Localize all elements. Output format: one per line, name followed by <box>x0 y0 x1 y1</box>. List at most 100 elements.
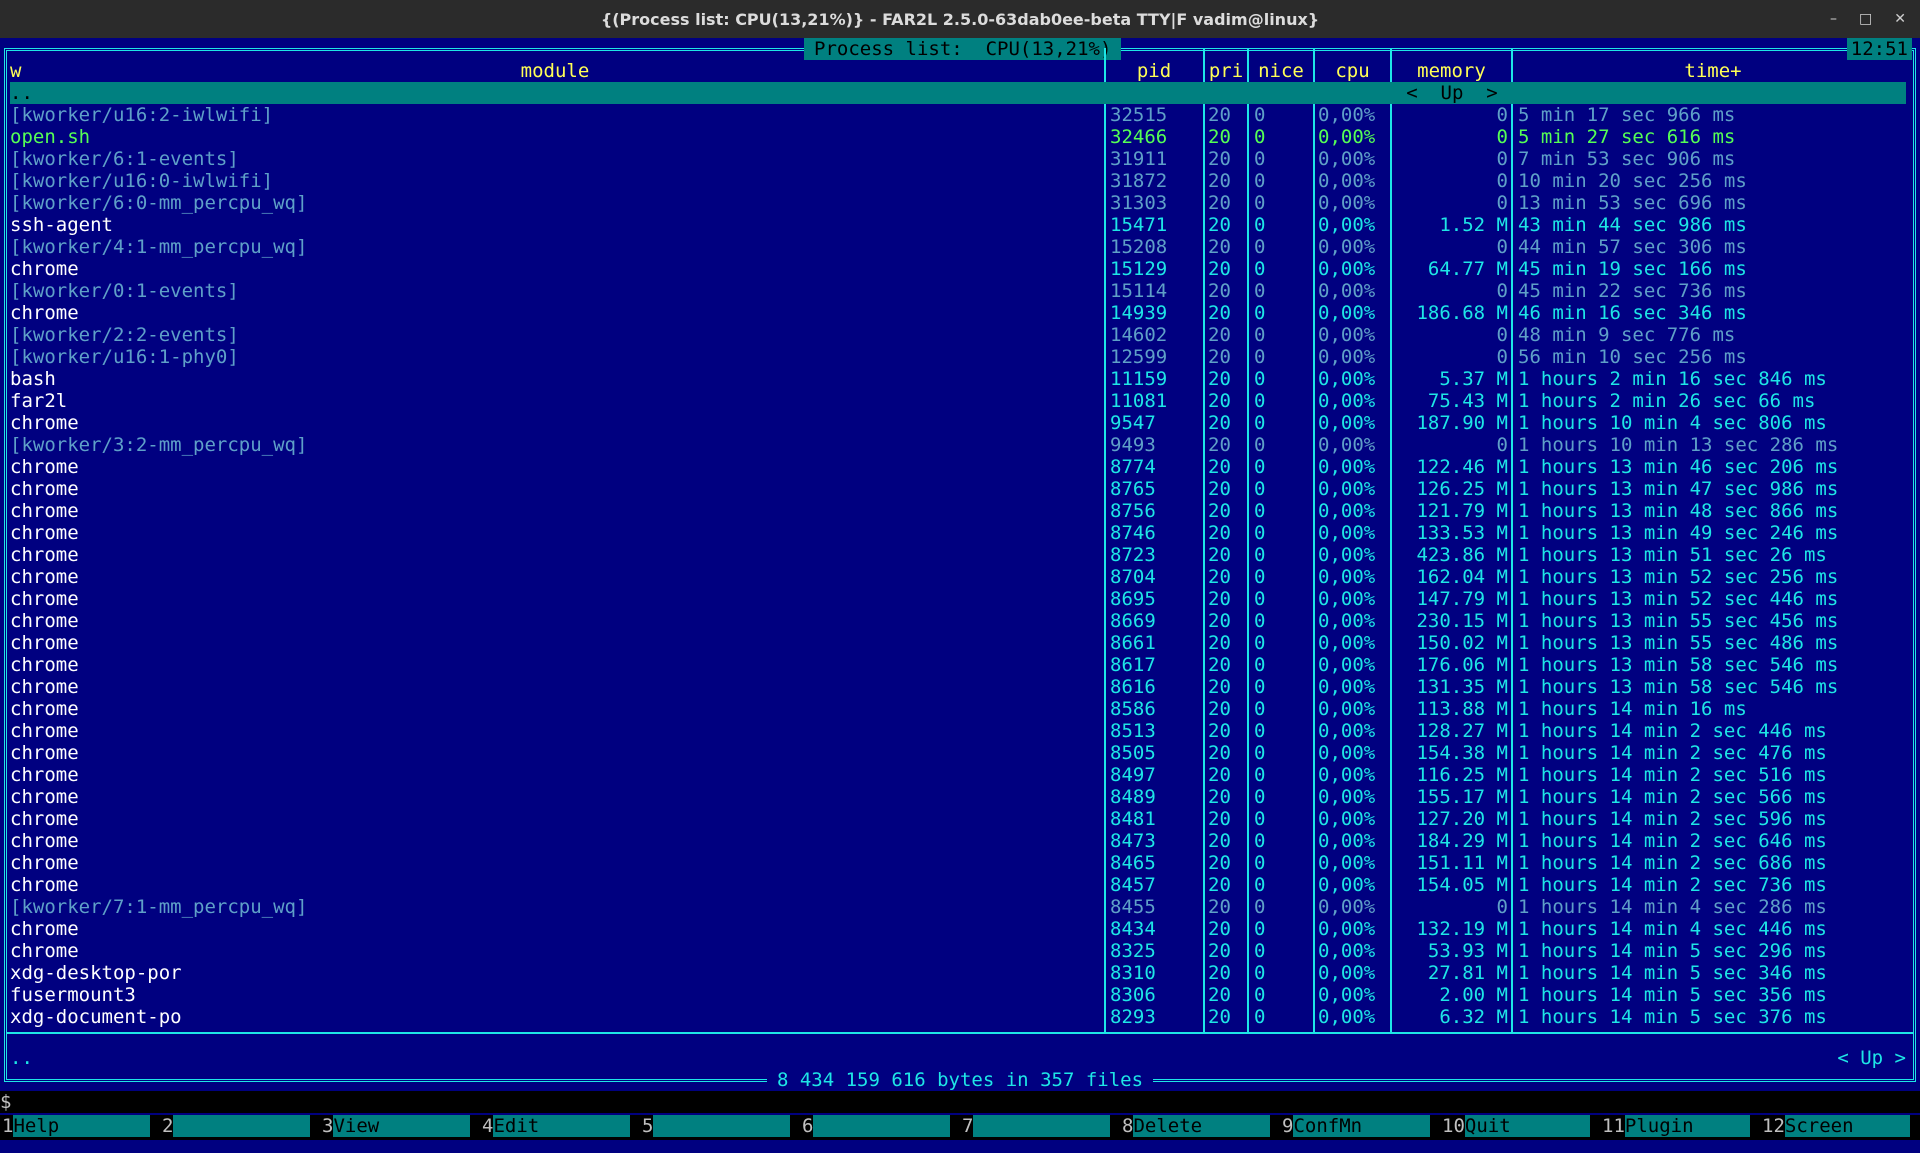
process-name: [kworker/6:1-events] <box>10 148 239 170</box>
parent-dir-row[interactable]: .. < Up > <box>10 82 1906 104</box>
process-name: chrome <box>10 764 79 786</box>
process-time: 1 hours 13 min 48 sec 866 ms <box>1518 500 1839 522</box>
header-pri[interactable]: pri <box>1205 60 1247 82</box>
fkey-12[interactable]: 12 Screen <box>1760 1115 1920 1137</box>
fkey-label: Plugin <box>1624 1115 1750 1137</box>
fkey-6[interactable]: 6 <box>800 1115 960 1137</box>
fkey-10[interactable]: 10 Quit <box>1440 1115 1600 1137</box>
process-time: 1 hours 14 min 5 sec 356 ms <box>1518 984 1827 1006</box>
process-row[interactable]: chrome 8765 20 0 0,00% 126.25 M 1 hours 13 min… <box>10 478 1906 500</box>
process-row[interactable]: xdg-document-po 8293 20 0 0,00% 6.32 M 1 hours… <box>10 1006 1906 1028</box>
process-row[interactable]: [kworker/7:1-mm_percpu_wq] 8455 20 0 0,00% 0 1… <box>10 896 1906 918</box>
process-row[interactable]: [kworker/0:1-events] 15114 20 0 0,00% 0 45 min… <box>10 280 1906 302</box>
process-cpu: 0,00% <box>1318 808 1376 830</box>
process-row[interactable]: chrome 8756 20 0 0,00% 121.79 M 1 hours 13 min… <box>10 500 1906 522</box>
fkey-2[interactable]: 2 <box>160 1115 320 1137</box>
process-row[interactable]: [kworker/2:2-events] 14602 20 0 0,00% 0 48 min… <box>10 324 1906 346</box>
process-row[interactable]: chrome 15129 20 0 0,00% 64.77 M 45 min 19 sec … <box>10 258 1906 280</box>
process-nice: 0 <box>1254 676 1266 698</box>
header-nice[interactable]: nice <box>1249 60 1313 82</box>
process-nice: 0 <box>1254 896 1266 918</box>
process-cpu: 0,00% <box>1318 236 1376 258</box>
process-nice: 0 <box>1254 148 1266 170</box>
process-nice: 0 <box>1254 764 1266 786</box>
process-row[interactable]: chrome 8586 20 0 0,00% 113.88 M 1 hours 14 min… <box>10 698 1906 720</box>
process-row[interactable]: chrome 8473 20 0 0,00% 184.29 M 1 hours 14 min… <box>10 830 1906 852</box>
process-name: chrome <box>10 940 79 962</box>
process-priority: 20 <box>1208 302 1231 324</box>
process-row[interactable]: ssh-agent 15471 20 0 0,00% 1.52 M 43 min 44 se… <box>10 214 1906 236</box>
process-time: 45 min 22 sec 736 ms <box>1518 280 1747 302</box>
process-nice: 0 <box>1254 742 1266 764</box>
process-row[interactable]: xdg-desktop-por 8310 20 0 0,00% 27.81 M 1 hour… <box>10 962 1906 984</box>
process-row[interactable]: chrome 8616 20 0 0,00% 131.35 M 1 hours 13 min… <box>10 676 1906 698</box>
fkey-4[interactable]: 4 Edit <box>480 1115 640 1137</box>
process-row[interactable]: [kworker/6:1-events] 31911 20 0 0,00% 0 7 min … <box>10 148 1906 170</box>
process-time: 44 min 57 sec 306 ms <box>1518 236 1747 258</box>
process-name: open.sh <box>10 126 91 148</box>
header-pid[interactable]: pid <box>1106 60 1202 82</box>
process-priority: 20 <box>1208 258 1231 280</box>
process-row[interactable]: chrome 8704 20 0 0,00% 162.04 M 1 hours 13 min… <box>10 566 1906 588</box>
fkey-3[interactable]: 3 View <box>320 1115 480 1137</box>
command-line[interactable]: $ <box>0 1091 1920 1113</box>
process-pid: 9547 <box>1110 412 1156 434</box>
process-row[interactable]: [kworker/u16:0-iwlwifi] 31872 20 0 0,00% 0 10 … <box>10 170 1906 192</box>
process-row[interactable]: chrome 8489 20 0 0,00% 155.17 M 1 hours 14 min… <box>10 786 1906 808</box>
process-pid: 31303 <box>1110 192 1168 214</box>
process-memory: 0 <box>1496 192 1508 214</box>
process-row[interactable]: [kworker/4:1-mm_percpu_wq] 15208 20 0 0,00% 0… <box>10 236 1906 258</box>
process-cpu: 0,00% <box>1318 940 1376 962</box>
process-row[interactable]: chrome 8497 20 0 0,00% 116.25 M 1 hours 14 min… <box>10 764 1906 786</box>
process-row[interactable]: bash 11159 20 0 0,00% 5.37 M 1 hours 2 min 16 … <box>10 368 1906 390</box>
process-priority: 20 <box>1208 654 1231 676</box>
fkey-7[interactable]: 7 <box>960 1115 1120 1137</box>
fkey-5[interactable]: 5 <box>640 1115 800 1137</box>
process-row[interactable]: chrome 8669 20 0 0,00% 230.15 M 1 hours 13 min… <box>10 610 1906 632</box>
process-priority: 20 <box>1208 456 1231 478</box>
process-row[interactable]: chrome 8661 20 0 0,00% 150.02 M 1 hours 13 min… <box>10 632 1906 654</box>
fkey-11[interactable]: 11 Plugin <box>1600 1115 1760 1137</box>
process-name: chrome <box>10 610 79 632</box>
process-row[interactable]: chrome 8465 20 0 0,00% 151.11 M 1 hours 14 min… <box>10 852 1906 874</box>
process-row[interactable]: chrome 8513 20 0 0,00% 128.27 M 1 hours 14 min… <box>10 720 1906 742</box>
process-cpu: 0,00% <box>1318 874 1376 896</box>
process-memory: 122.46 M <box>1416 456 1508 478</box>
process-row[interactable]: open.sh 32466 20 0 0,00% 0 5 min 27 sec 616 ms <box>10 126 1906 148</box>
process-row[interactable]: far2l 11081 20 0 0,00% 75.43 M 1 hours 2 min 2… <box>10 390 1906 412</box>
fkey-8[interactable]: 8 Delete <box>1120 1115 1280 1137</box>
process-row[interactable]: chrome 8746 20 0 0,00% 133.53 M 1 hours 13 min… <box>10 522 1906 544</box>
header-time[interactable]: time+ <box>1513 60 1913 82</box>
process-nice: 0 <box>1254 434 1266 456</box>
process-row[interactable]: chrome 8481 20 0 0,00% 127.20 M 1 hours 14 min… <box>10 808 1906 830</box>
process-row[interactable]: chrome 8774 20 0 0,00% 122.46 M 1 hours 13 min… <box>10 456 1906 478</box>
process-row[interactable]: chrome 8505 20 0 0,00% 154.38 M 1 hours 14 min… <box>10 742 1906 764</box>
process-row[interactable]: chrome 14939 20 0 0,00% 186.68 M 46 min 16 sec… <box>10 302 1906 324</box>
process-pid: 8616 <box>1110 676 1156 698</box>
process-row[interactable]: chrome 8723 20 0 0,00% 423.86 M 1 hours 13 min… <box>10 544 1906 566</box>
header-memory[interactable]: memory <box>1392 60 1511 82</box>
process-name: bash <box>10 368 56 390</box>
header-module[interactable]: module <box>10 60 1100 82</box>
process-name: chrome <box>10 478 79 500</box>
process-row[interactable]: chrome 8617 20 0 0,00% 176.06 M 1 hours 13 min… <box>10 654 1906 676</box>
process-row[interactable]: chrome 8457 20 0 0,00% 154.05 M 1 hours 14 min… <box>10 874 1906 896</box>
fkey-9[interactable]: 9 ConfMn <box>1280 1115 1440 1137</box>
fkey-1[interactable]: 1 Help <box>0 1115 160 1137</box>
process-row[interactable]: [kworker/3:2-mm_percpu_wq] 9493 20 0 0,00% 0 1… <box>10 434 1906 456</box>
close-icon[interactable]: ✕ <box>1894 11 1906 27</box>
process-memory: 5.37 M <box>1439 368 1508 390</box>
process-row[interactable]: chrome 9547 20 0 0,00% 187.90 M 1 hours 10 min… <box>10 412 1906 434</box>
process-row[interactable]: [kworker/u16:2-iwlwifi] 32515 20 0 0,00% 0 5 m… <box>10 104 1906 126</box>
process-priority: 20 <box>1208 324 1231 346</box>
process-row[interactable]: chrome 8434 20 0 0,00% 132.19 M 1 hours 14 min… <box>10 918 1906 940</box>
process-name: xdg-desktop-por <box>10 962 182 984</box>
process-row[interactable]: chrome 8695 20 0 0,00% 147.79 M 1 hours 13 min… <box>10 588 1906 610</box>
process-row[interactable]: [kworker/u16:1-phy0] 12599 20 0 0,00% 0 56 min… <box>10 346 1906 368</box>
process-row[interactable]: chrome 8325 20 0 0,00% 53.93 M 1 hours 14 min … <box>10 940 1906 962</box>
minimize-icon[interactable]: – <box>1830 11 1837 27</box>
process-row[interactable]: [kworker/6:0-mm_percpu_wq] 31303 20 0 0,00% 0… <box>10 192 1906 214</box>
header-cpu[interactable]: cpu <box>1315 60 1390 82</box>
process-row[interactable]: fusermount3 8306 20 0 0,00% 2.00 M 1 hours 14 … <box>10 984 1906 1006</box>
maximize-icon[interactable]: □ <box>1859 11 1872 27</box>
